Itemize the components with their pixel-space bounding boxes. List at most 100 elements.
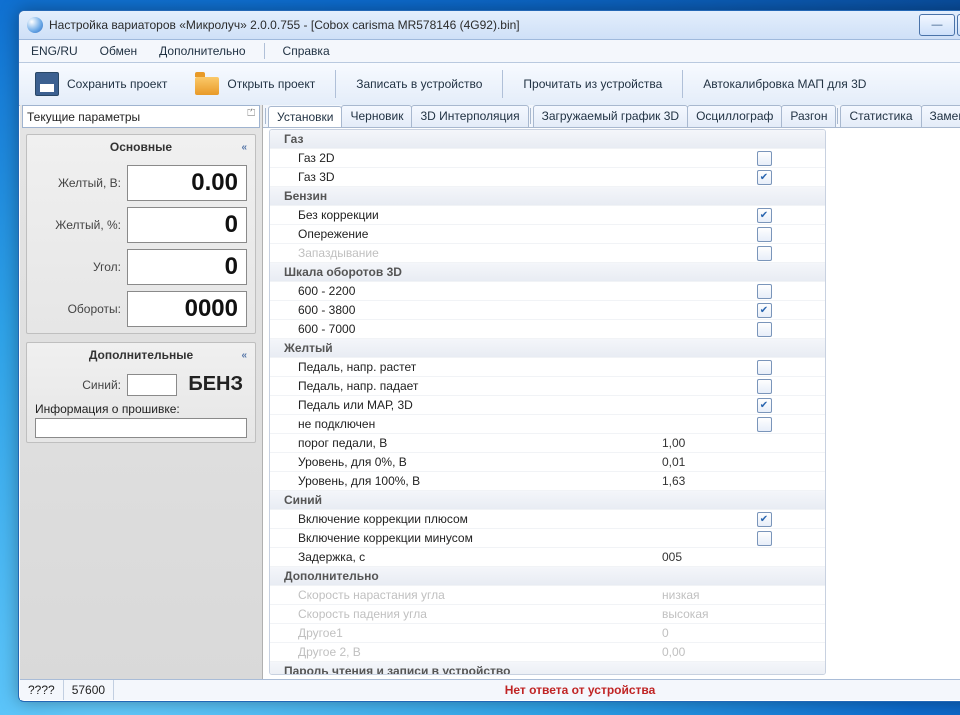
status-left2: 57600 xyxy=(64,680,114,700)
setting-label: Включение коррекции плюсом xyxy=(270,512,658,526)
app-icon xyxy=(27,17,43,33)
setting-label: 600 - 3800 xyxy=(270,303,658,317)
setting-row[interactable]: Скорость нарастания угланизкая xyxy=(270,585,825,604)
setting-value: 0,00 xyxy=(658,645,750,659)
setting-row[interactable]: 600 - 3800 ✔ xyxy=(270,300,825,319)
setting-row[interactable]: порог педали, В1,00 xyxy=(270,433,825,452)
setting-label: Скорость нарастания угла xyxy=(270,588,658,602)
menu-item-0[interactable]: ENG/RU xyxy=(25,42,84,60)
tab-5[interactable]: Разгон xyxy=(781,105,836,127)
setting-row[interactable]: Уровень, для 0%, В0,01 xyxy=(270,452,825,471)
menu-item-3[interactable]: Справка xyxy=(277,42,336,60)
setting-label: Газ 2D xyxy=(270,151,658,165)
tab-3[interactable]: Загружаемый график 3D xyxy=(533,105,688,127)
titlebar[interactable]: Настройка вариаторов «Микролуч» 2.0.0.75… xyxy=(19,11,960,40)
setting-row[interactable]: Включение коррекции минусом xyxy=(270,528,825,547)
checkbox[interactable] xyxy=(757,360,772,375)
save-project-button[interactable]: Сохранить проект xyxy=(27,67,173,101)
tab-0[interactable]: Установки xyxy=(268,106,342,128)
menubar: ENG/RU Обмен Дополнительно Справка xyxy=(19,40,960,63)
checkbox[interactable]: ✔ xyxy=(757,398,772,413)
checkbox[interactable]: ✔ xyxy=(757,170,772,185)
setting-label: Педаль или МАР, 3D xyxy=(270,398,658,412)
left-sidebar: Текущие параметры ⏍ Основные « Желтый, В… xyxy=(20,105,263,679)
collapse-icon[interactable]: « xyxy=(241,142,247,153)
toolbar-sep xyxy=(335,70,336,98)
open-project-button[interactable]: Открыть проект xyxy=(187,67,321,101)
setting-row[interactable]: Скорость падения углавысокая xyxy=(270,604,825,623)
checkbox[interactable] xyxy=(757,322,772,337)
blue-input[interactable] xyxy=(127,374,177,396)
parameters-dropdown[interactable]: Текущие параметры ⏍ xyxy=(22,105,260,128)
setting-label: 600 - 7000 xyxy=(270,322,658,336)
checkbox[interactable] xyxy=(757,246,772,261)
main-field-value-3[interactable]: 0000 xyxy=(127,291,247,327)
save-project-label: Сохранить проект xyxy=(67,77,167,91)
main-field-value-1[interactable]: 0 xyxy=(127,207,247,243)
checkbox[interactable] xyxy=(757,227,772,242)
firmware-box[interactable] xyxy=(35,418,247,438)
autocal-button[interactable]: Автокалибровка МАП для 3D xyxy=(697,74,872,94)
toolbar-sep xyxy=(502,70,503,98)
setting-row[interactable]: Педаль или МАР, 3D ✔ xyxy=(270,395,825,414)
blue-label: Синий: xyxy=(35,378,127,392)
extra-panel: Дополнительные « Синий: БЕНЗ Информация … xyxy=(26,342,256,443)
checkbox[interactable] xyxy=(757,151,772,166)
extra-panel-header[interactable]: Дополнительные « xyxy=(27,343,255,367)
setting-row[interactable]: Другое10 xyxy=(270,623,825,642)
setting-label: Дополнительно xyxy=(270,569,644,583)
parameters-dropdown-label: Текущие параметры xyxy=(27,110,140,124)
tab-4[interactable]: Осциллограф xyxy=(687,105,782,127)
setting-row[interactable]: Педаль, напр. растет xyxy=(270,357,825,376)
setting-value: 1,00 xyxy=(658,436,750,450)
group-header: Желтый xyxy=(270,338,825,357)
firmware-label: Информация о прошивке: xyxy=(35,402,247,416)
setting-row[interactable]: Опережение xyxy=(270,224,825,243)
checkbox[interactable] xyxy=(757,379,772,394)
main-field-label-3: Обороты: xyxy=(35,302,127,316)
toolbar-sep xyxy=(682,70,683,98)
setting-row[interactable]: Педаль, напр. падает xyxy=(270,376,825,395)
setting-row[interactable]: Запаздывание xyxy=(270,243,825,262)
setting-row[interactable]: Уровень, для 100%, В1,63 xyxy=(270,471,825,490)
group-header: Шкала оборотов 3D xyxy=(270,262,825,281)
read-device-button[interactable]: Прочитать из устройства xyxy=(517,74,668,94)
menu-item-1[interactable]: Обмен xyxy=(94,42,144,60)
setting-row[interactable]: Газ 3D✔ xyxy=(270,167,825,186)
menu-item-2[interactable]: Дополнительно xyxy=(153,42,251,60)
checkbox[interactable] xyxy=(757,284,772,299)
setting-row[interactable]: 600 - 7000 xyxy=(270,319,825,338)
status-message: Нет ответа от устройства xyxy=(114,683,960,697)
setting-row[interactable]: Включение коррекции плюсом ✔ xyxy=(270,509,825,528)
floppy-icon xyxy=(33,70,61,98)
setting-row[interactable]: Другое 2, В0,00 xyxy=(270,642,825,661)
checkbox[interactable] xyxy=(757,531,772,546)
blue-value: БЕНЗ xyxy=(177,373,247,396)
tab-2[interactable]: 3D Интерполяция xyxy=(411,105,528,127)
window-controls: — ▢ ✕ xyxy=(917,14,960,36)
collapse-icon[interactable]: « xyxy=(241,350,247,361)
main-panel-header[interactable]: Основные « xyxy=(27,135,255,159)
write-device-button[interactable]: Записать в устройство xyxy=(350,74,488,94)
tab-7[interactable]: Замена программы xyxy=(921,105,960,127)
checkbox[interactable] xyxy=(757,417,772,432)
main-field-value-2[interactable]: 0 xyxy=(127,249,247,285)
main-field-value-0[interactable]: 0.00 xyxy=(127,165,247,201)
group-header: Синий xyxy=(270,490,825,509)
tab-1[interactable]: Черновик xyxy=(341,105,412,127)
setting-row[interactable]: Без коррекции✔ xyxy=(270,205,825,224)
pin-icon[interactable]: ⏍ xyxy=(247,108,255,119)
checkbox[interactable]: ✔ xyxy=(757,303,772,318)
setting-row[interactable]: 600 - 2200 xyxy=(270,281,825,300)
setting-row[interactable]: Газ 2D xyxy=(270,148,825,167)
setting-label: Уровень, для 0%, В xyxy=(270,455,658,469)
minimize-button[interactable]: — xyxy=(919,14,955,36)
checkbox[interactable]: ✔ xyxy=(757,208,772,223)
setting-row[interactable]: не подключен xyxy=(270,414,825,433)
statusbar: ???? 57600 Нет ответа от устройства xyxy=(20,679,960,700)
menu-sep xyxy=(264,43,265,59)
tab-6[interactable]: Статистика xyxy=(840,105,921,127)
tab-strip: УстановкиЧерновик3D ИнтерполяцияЗагружае… xyxy=(263,105,960,128)
checkbox[interactable]: ✔ xyxy=(757,512,772,527)
setting-row[interactable]: Задержка, с005 xyxy=(270,547,825,566)
